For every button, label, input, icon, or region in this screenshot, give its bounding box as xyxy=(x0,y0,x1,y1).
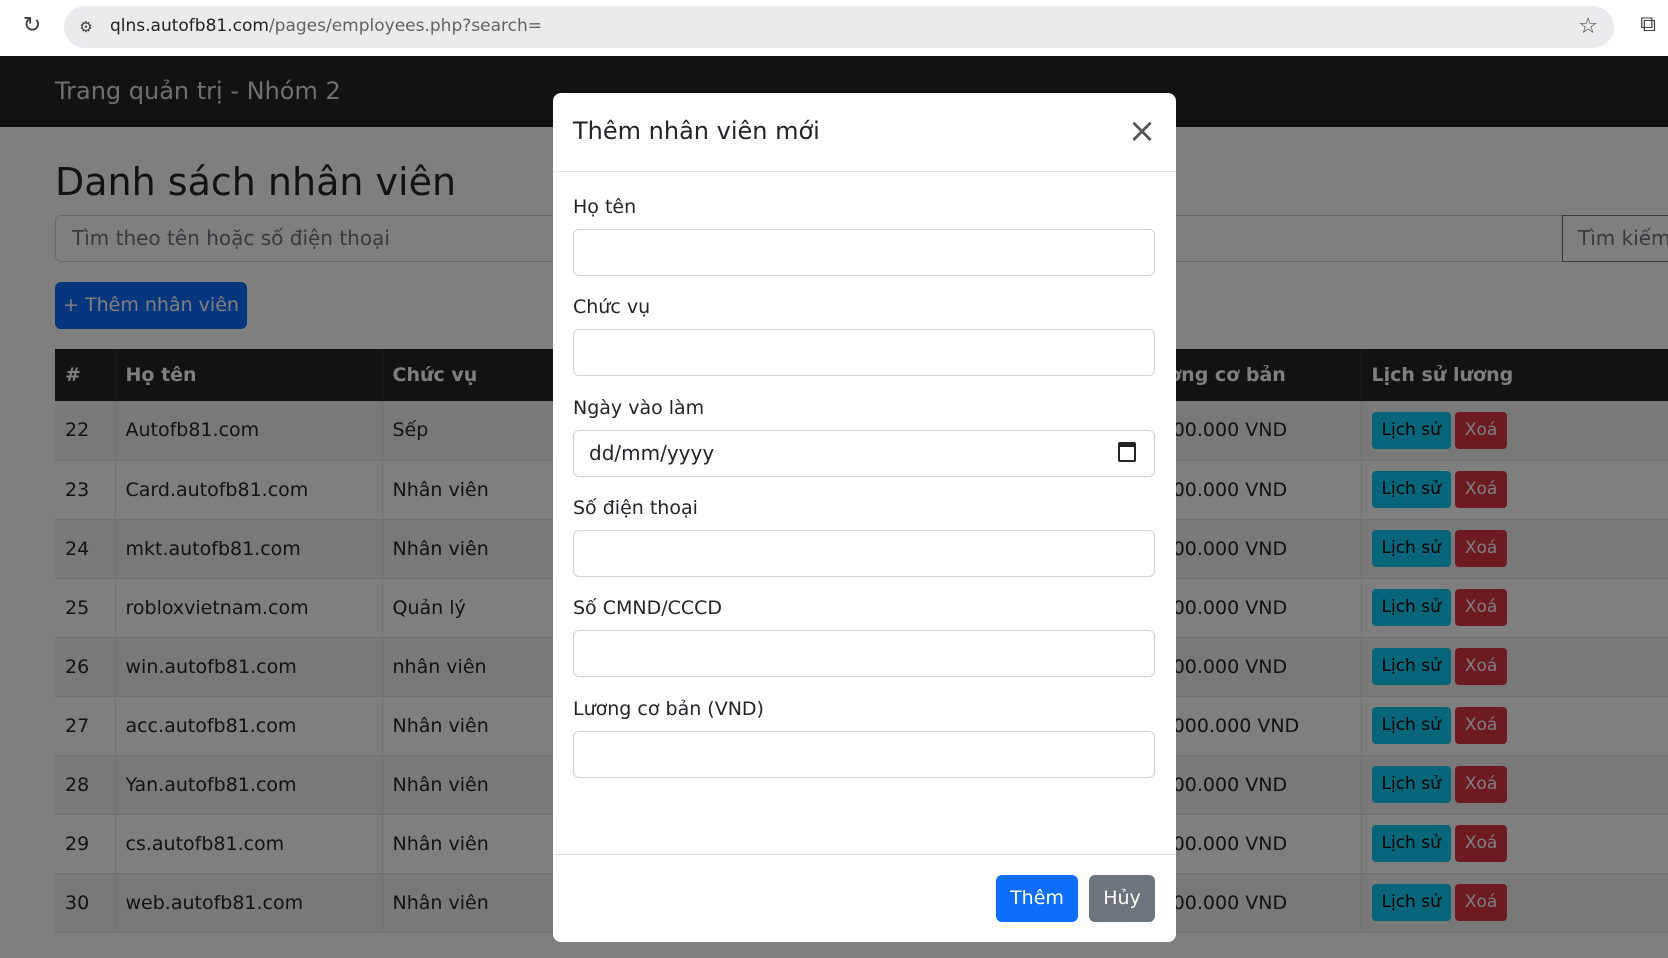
add-employee-modal: Thêm nhân viên mới × Họ tên Chức vụ Ngày… xyxy=(553,93,1176,942)
address-bar[interactable]: ⚙ qlns.autofb81.com/pages/employees.php?… xyxy=(64,6,1614,48)
extensions-icon[interactable]: ⧉ xyxy=(1640,12,1656,37)
site-info-icon[interactable]: ⚙ xyxy=(74,15,98,39)
submit-button[interactable]: Thêm xyxy=(996,875,1078,922)
calendar-icon[interactable] xyxy=(1118,442,1136,462)
date-placeholder: dd/mm/yyyy xyxy=(589,441,715,465)
id-card-input[interactable] xyxy=(573,630,1155,677)
modal-title: Thêm nhân viên mới xyxy=(573,117,820,145)
start-date-input[interactable]: dd/mm/yyyy xyxy=(573,430,1155,477)
close-icon[interactable]: × xyxy=(1122,111,1162,151)
phone-label: Số điện thoại xyxy=(573,497,698,519)
cancel-button[interactable]: Hủy xyxy=(1089,875,1155,922)
modal-footer: Thêm Hủy xyxy=(553,855,1176,941)
phone-input[interactable] xyxy=(573,530,1155,577)
modal-header: Thêm nhân viên mới × xyxy=(553,93,1176,172)
role-input[interactable] xyxy=(573,329,1155,376)
modal-body: Họ tên Chức vụ Ngày vào làm dd/mm/yyyy S… xyxy=(553,172,1176,855)
name-input[interactable] xyxy=(573,229,1155,276)
url-path: /pages/employees.php?search= xyxy=(268,16,542,36)
url-text[interactable]: qlns.autofb81.com/pages/employees.php?se… xyxy=(110,16,542,36)
id-card-label: Số CMND/CCCD xyxy=(573,597,723,619)
salary-label: Lương cơ bản (VND) xyxy=(573,698,764,720)
start-date-label: Ngày vào làm xyxy=(573,397,705,419)
browser-toolbar: ↻ ⚙ qlns.autofb81.com/pages/employees.ph… xyxy=(0,0,1668,56)
url-host: qlns.autofb81.com xyxy=(110,16,269,36)
salary-input[interactable] xyxy=(573,731,1155,778)
bookmark-star-icon[interactable]: ☆ xyxy=(1578,14,1598,39)
role-label: Chức vụ xyxy=(573,296,651,318)
reload-icon[interactable]: ↻ xyxy=(18,12,46,40)
name-label: Họ tên xyxy=(573,196,637,218)
